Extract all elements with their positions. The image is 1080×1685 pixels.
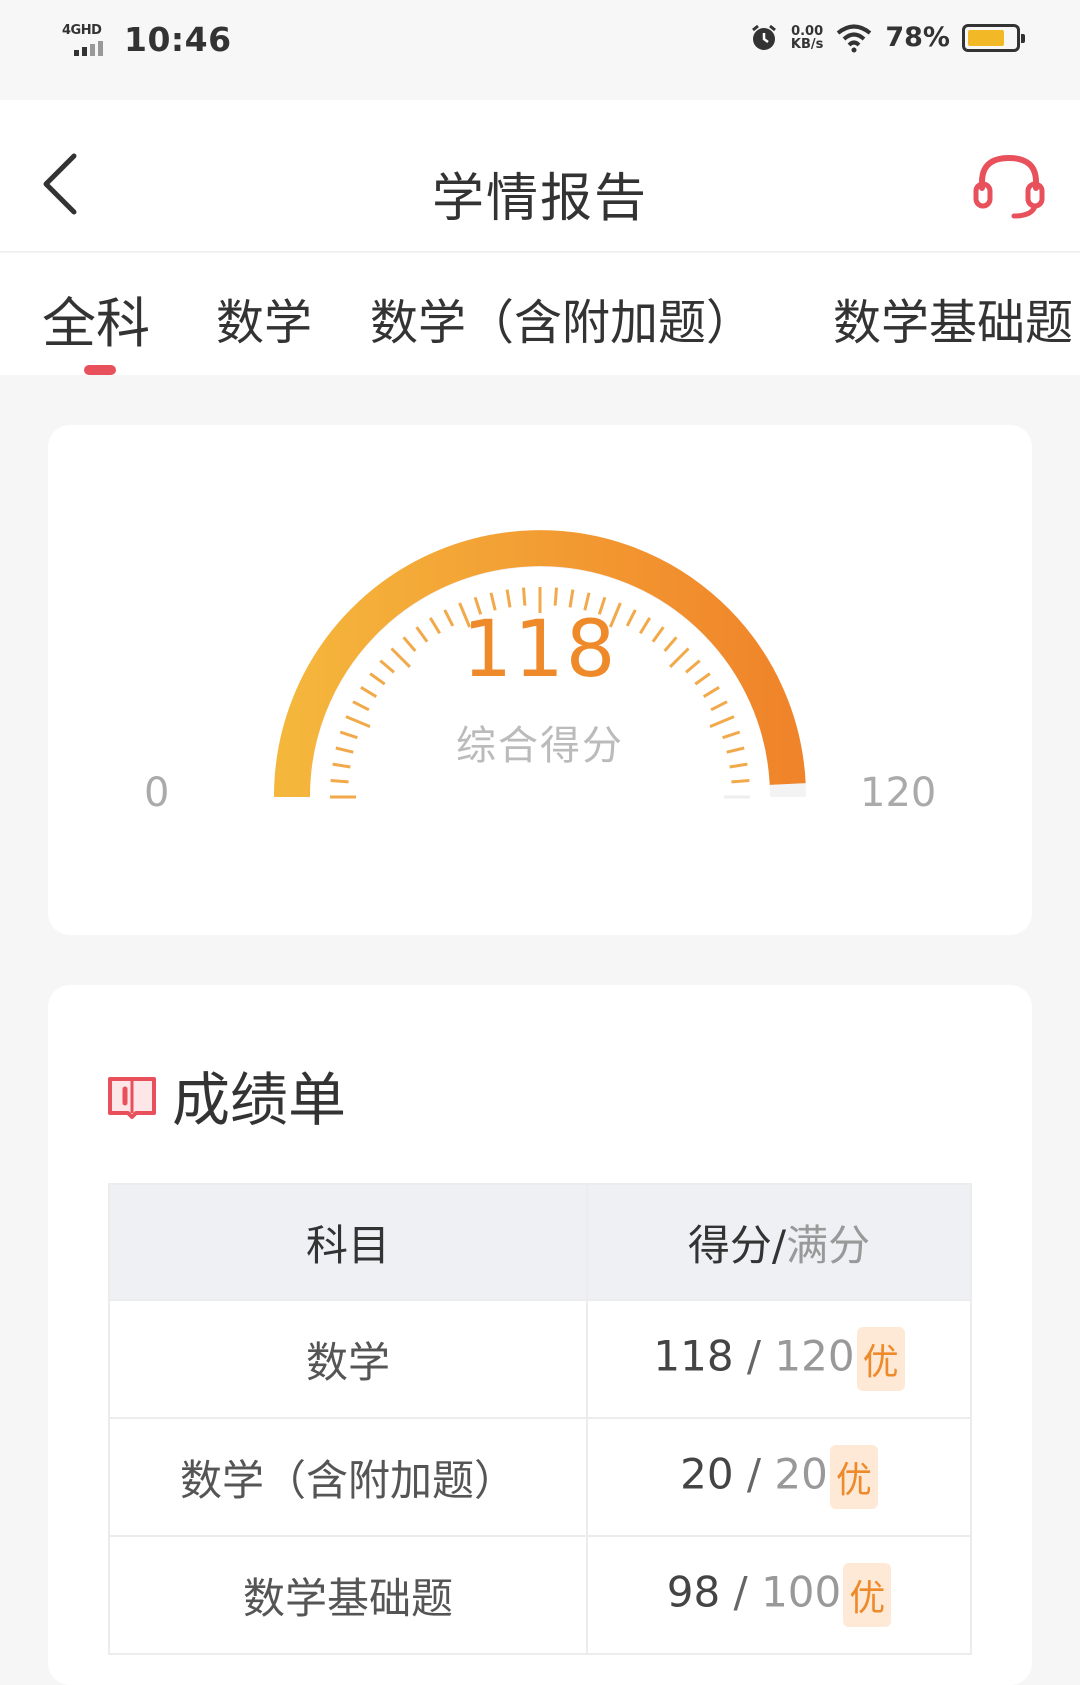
score-total: 120: [774, 1331, 855, 1381]
overall-score-card: 118 综合得分 0 120: [48, 425, 1032, 935]
speed-unit: KB/s: [790, 36, 824, 52]
score-separator: /: [733, 1449, 775, 1499]
active-tab-indicator: [84, 365, 116, 375]
row-subject: 数学基础题: [108, 1535, 588, 1655]
overall-score-value: 118: [462, 605, 618, 695]
header-subject: 科目: [108, 1183, 588, 1301]
gauge-tick: [330, 779, 349, 784]
row-score: 20 / 20 优: [586, 1417, 972, 1537]
battery-percent: 78%: [885, 22, 950, 53]
report-card: 成绩单 科目 得分/满分 数学 118 / 120 优 数学（含附加题） 20 /…: [48, 985, 1032, 1685]
table-row: 数学（含附加题） 20 / 20 优: [108, 1417, 972, 1537]
battery-icon: [962, 23, 1025, 52]
grade-badge: 优: [856, 1327, 905, 1391]
gauge-tick: [710, 700, 728, 712]
network-speed: 0.00 KB/s: [791, 25, 823, 51]
gauge-tick: [731, 779, 750, 784]
row-score: 98 / 100 优: [586, 1535, 972, 1655]
row-subject: 数学（含附加题）: [108, 1417, 588, 1537]
alarm-icon: [751, 24, 776, 50]
header-score: 得分/满分: [586, 1183, 972, 1301]
score-separator: /: [720, 1567, 762, 1617]
subject-tabs: 全科 数学 数学（含附加题） 数学基础题: [0, 253, 1080, 375]
tab-math-with-extra[interactable]: 数学（含附加题）: [370, 283, 754, 353]
grade-badge: 优: [829, 1445, 878, 1509]
table-header-row: 科目 得分/满分: [108, 1183, 972, 1301]
row-subject: 数学: [108, 1299, 588, 1419]
signal-icon: 4GHD: [62, 23, 110, 57]
score-got: 118: [653, 1331, 734, 1381]
table-row: 数学基础题 98 / 100 优: [108, 1535, 972, 1655]
customer-service-headset-icon[interactable]: [970, 150, 1048, 220]
wifi-icon: [837, 24, 872, 52]
gauge-min-label: 0: [144, 770, 170, 816]
gauge-tick: [522, 587, 527, 606]
tab-math[interactable]: 数学: [216, 283, 312, 353]
top-nav-bar: 学情报告: [0, 100, 1080, 252]
speed-value: 0.00: [791, 23, 824, 39]
score-got: 20: [680, 1449, 734, 1499]
clock: 10:46: [124, 20, 232, 59]
overall-score-label: 综合得分: [456, 723, 624, 769]
score-separator: /: [733, 1331, 775, 1381]
score-total: 20: [774, 1449, 828, 1499]
table-row: 数学 118 / 120 优: [108, 1299, 972, 1419]
page-title: 学情报告: [431, 169, 648, 229]
gauge-tick: [553, 587, 558, 606]
status-bar: 4GHD 10:46 0.00 KB/s 78%: [0, 0, 1080, 100]
score-got: 98: [666, 1567, 721, 1617]
network-type: 4GHD: [62, 22, 102, 38]
header-score-label: 得分/: [687, 1220, 787, 1270]
grade-badge: 优: [843, 1563, 892, 1627]
gauge-tick: [352, 700, 370, 712]
gauge-max-label: 120: [860, 770, 937, 816]
row-score: 118 / 120 优: [586, 1299, 972, 1419]
report-title: 成绩单: [172, 1066, 347, 1134]
score-table: 科目 得分/满分 数学 118 / 120 优 数学（含附加题） 20 / 20 优…: [108, 1183, 972, 1655]
report-book-icon: [108, 1077, 156, 1119]
tab-all-subjects[interactable]: 全科: [42, 279, 150, 358]
tab-math-basic[interactable]: 数学基础题: [833, 283, 1073, 353]
header-full-label: 满分: [786, 1220, 871, 1270]
score-total: 100: [761, 1567, 842, 1617]
